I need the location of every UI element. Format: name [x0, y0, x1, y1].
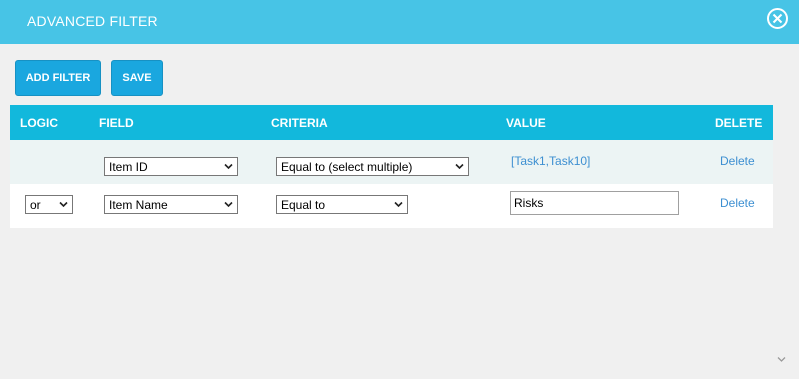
criteria-select[interactable]: Equal to (select multiple): [276, 157, 469, 176]
chevron-down-icon: [455, 163, 464, 170]
table-header: LOGIC FIELD CRITERIA VALUE DELETE: [10, 105, 773, 140]
logic-select-value: or: [30, 198, 41, 212]
criteria-select-value: Equal to (select multiple): [281, 160, 413, 174]
column-header-delete: DELETE: [715, 116, 763, 130]
advanced-filter-dialog: ADVANCED FILTER ADD FILTER SAVE LOGIC FI…: [0, 0, 799, 379]
chevron-down-icon: [224, 163, 233, 170]
delete-link[interactable]: Delete: [720, 154, 755, 168]
scroll-down-arrow-icon[interactable]: [777, 356, 786, 363]
close-icon: [772, 13, 783, 24]
logic-select[interactable]: or: [25, 195, 73, 214]
field-select-value: Item Name: [109, 198, 168, 212]
criteria-select-value: Equal to: [281, 198, 326, 212]
value-input[interactable]: [510, 191, 679, 215]
criteria-select[interactable]: Equal to: [276, 195, 408, 214]
chevron-down-icon: [59, 201, 68, 208]
column-header-criteria: CRITERIA: [271, 116, 328, 130]
save-button[interactable]: SAVE: [111, 60, 163, 96]
value-multi-link[interactable]: [Task1,Task10]: [511, 154, 590, 168]
close-button[interactable]: [767, 8, 788, 29]
table-row: Item ID Equal to (select multiple) [Task…: [10, 140, 773, 184]
field-select[interactable]: Item Name: [104, 195, 238, 214]
column-header-logic: LOGIC: [20, 116, 58, 130]
field-select-value: Item ID: [109, 160, 148, 174]
dialog-title: ADVANCED FILTER: [27, 13, 158, 29]
column-header-field: FIELD: [99, 116, 134, 130]
add-filter-button[interactable]: ADD FILTER: [15, 60, 101, 96]
table-row: or Item Name Equal to Delete: [10, 184, 773, 228]
chevron-down-icon: [224, 201, 233, 208]
chevron-down-icon: [394, 201, 403, 208]
filter-table: LOGIC FIELD CRITERIA VALUE DELETE Item I…: [10, 105, 773, 228]
field-select[interactable]: Item ID: [104, 157, 238, 176]
dialog-titlebar: ADVANCED FILTER: [0, 0, 799, 44]
delete-link[interactable]: Delete: [720, 196, 755, 210]
column-header-value: VALUE: [506, 116, 546, 130]
